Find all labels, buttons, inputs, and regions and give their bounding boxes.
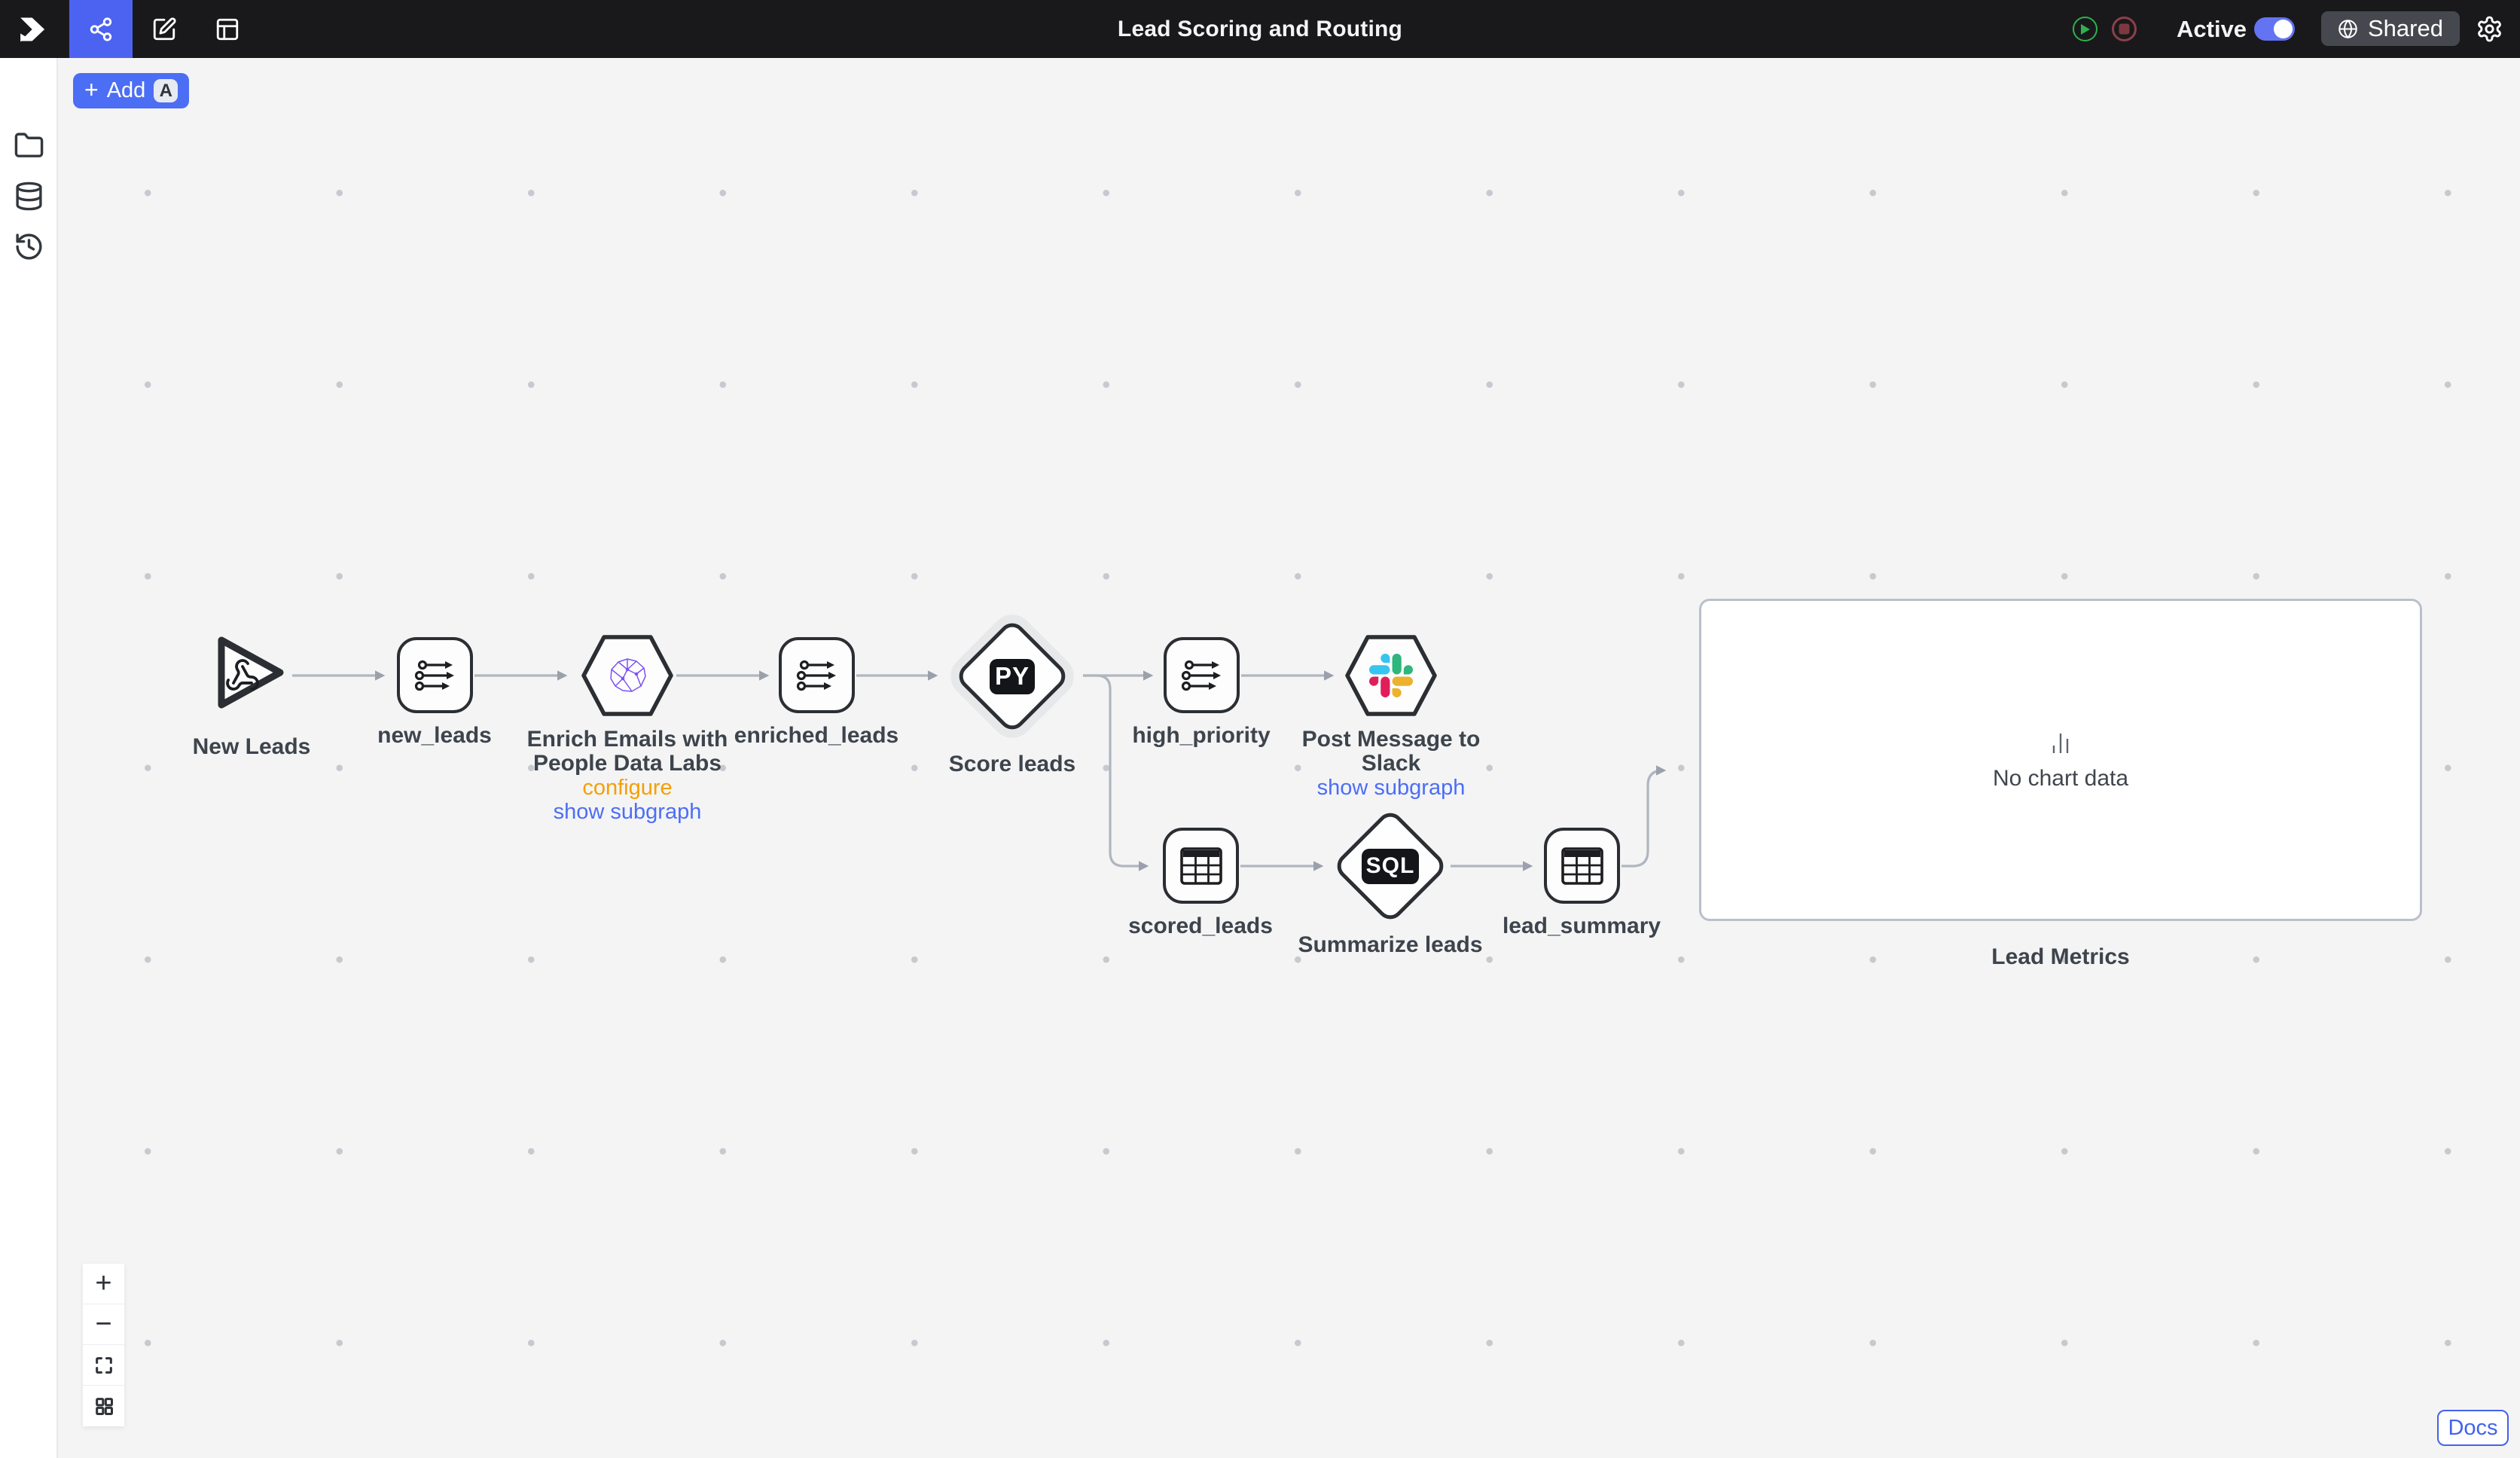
stop-icon — [2119, 23, 2130, 35]
settings-button[interactable] — [2476, 15, 2503, 43]
node-label-lead-metrics: Lead Metrics — [1940, 945, 2181, 969]
node-lead-metrics-chart[interactable]: No chart data — [1699, 599, 2422, 921]
fit-view-button[interactable] — [83, 1345, 124, 1386]
sidebar-item-files[interactable] — [14, 130, 44, 161]
table-icon — [1180, 847, 1222, 885]
node-new-leads-webhook[interactable] — [212, 630, 291, 721]
sql-badge: SQL — [1362, 849, 1419, 884]
play-icon — [2079, 23, 2091, 35]
node-score-leads[interactable]: PY — [942, 606, 1082, 746]
node-label-score-leads: Score leads — [892, 752, 1133, 776]
page-title: Lead Scoring and Routing — [0, 0, 2520, 58]
table-icon — [1561, 847, 1603, 885]
slack-label-line2: Slack — [1271, 752, 1512, 776]
stream-icon — [795, 658, 839, 693]
tab-graph[interactable] — [69, 0, 133, 58]
layout-panels-icon — [215, 17, 240, 42]
app-logo[interactable] — [0, 0, 58, 58]
add-shortcut-badge: A — [154, 79, 178, 102]
plus-icon: + — [95, 1267, 111, 1300]
node-label-lead-summary: lead_summary — [1461, 914, 1702, 938]
topbar: Lead Scoring and Routing Active Shared — [0, 0, 2520, 58]
slack-label-line1: Post Message to — [1271, 727, 1512, 752]
share-graph-icon — [88, 17, 114, 42]
folder-icon — [14, 130, 44, 161]
docs-button-label: Docs — [2448, 1416, 2497, 1441]
sidebar-item-history[interactable] — [14, 231, 44, 262]
stream-icon — [413, 658, 457, 693]
configure-link[interactable]: configure — [507, 776, 748, 800]
add-button-label: Add — [107, 78, 146, 103]
toggle-knob — [2274, 20, 2293, 38]
canvas-controls: + − — [83, 1264, 124, 1426]
node-enrich-emails[interactable] — [579, 633, 676, 718]
stream-icon — [1180, 658, 1224, 693]
node-post-message-slack[interactable] — [1343, 633, 1439, 718]
bar-chart-icon — [2047, 728, 2074, 755]
active-status-label: Active — [2177, 0, 2247, 58]
node-enriched-leads[interactable] — [779, 637, 855, 713]
globe-icon — [2338, 19, 2358, 39]
show-subgraph-link[interactable]: show subgraph — [1271, 776, 1512, 800]
node-new-leads-stream[interactable] — [397, 637, 473, 713]
grid-layout-button[interactable] — [83, 1386, 124, 1426]
node-lead-summary[interactable] — [1544, 828, 1620, 904]
tab-edit[interactable] — [133, 0, 196, 58]
add-node-button[interactable]: + Add A — [73, 73, 189, 108]
shared-button-label: Shared — [2368, 15, 2443, 42]
database-icon — [14, 181, 44, 212]
webhook-icon — [224, 657, 261, 694]
stop-button[interactable] — [2112, 17, 2137, 41]
tab-layout[interactable] — [196, 0, 259, 58]
history-icon — [14, 231, 44, 262]
run-button[interactable] — [2073, 17, 2097, 41]
gear-icon — [2476, 15, 2503, 43]
app-window: Lead Scoring and Routing Active Shared — [0, 0, 2520, 1458]
node-scored-leads[interactable] — [1163, 828, 1239, 904]
minus-icon: − — [95, 1308, 111, 1341]
grid-icon — [93, 1395, 114, 1417]
node-high-priority[interactable] — [1164, 637, 1240, 713]
active-toggle[interactable] — [2254, 17, 2295, 41]
node-label-enriched-leads: enriched_leads — [696, 724, 937, 748]
people-data-labs-brain-icon — [604, 655, 651, 696]
zoom-in-button[interactable]: + — [83, 1264, 124, 1304]
node-label-slack: Post Message to Slack show subgraph — [1271, 727, 1512, 800]
sidebar-item-data[interactable] — [14, 181, 44, 212]
enrich-label-line2: People Data Labs — [507, 752, 748, 776]
docs-button[interactable]: Docs — [2437, 1410, 2509, 1446]
node-summarize-leads[interactable]: SQL — [1330, 806, 1451, 926]
python-badge: PY — [990, 659, 1035, 694]
fit-view-icon — [93, 1355, 114, 1376]
left-sidebar — [0, 58, 58, 1458]
edit-pencil-icon — [151, 17, 177, 42]
chart-empty-state-text: No chart data — [1993, 766, 2128, 792]
shared-button[interactable]: Shared — [2321, 11, 2460, 46]
slack-icon — [1369, 654, 1413, 697]
plus-icon: + — [84, 76, 99, 104]
zoom-out-button[interactable]: − — [83, 1304, 124, 1345]
patterns-logo-icon — [14, 14, 45, 44]
show-subgraph-link[interactable]: show subgraph — [507, 800, 748, 824]
